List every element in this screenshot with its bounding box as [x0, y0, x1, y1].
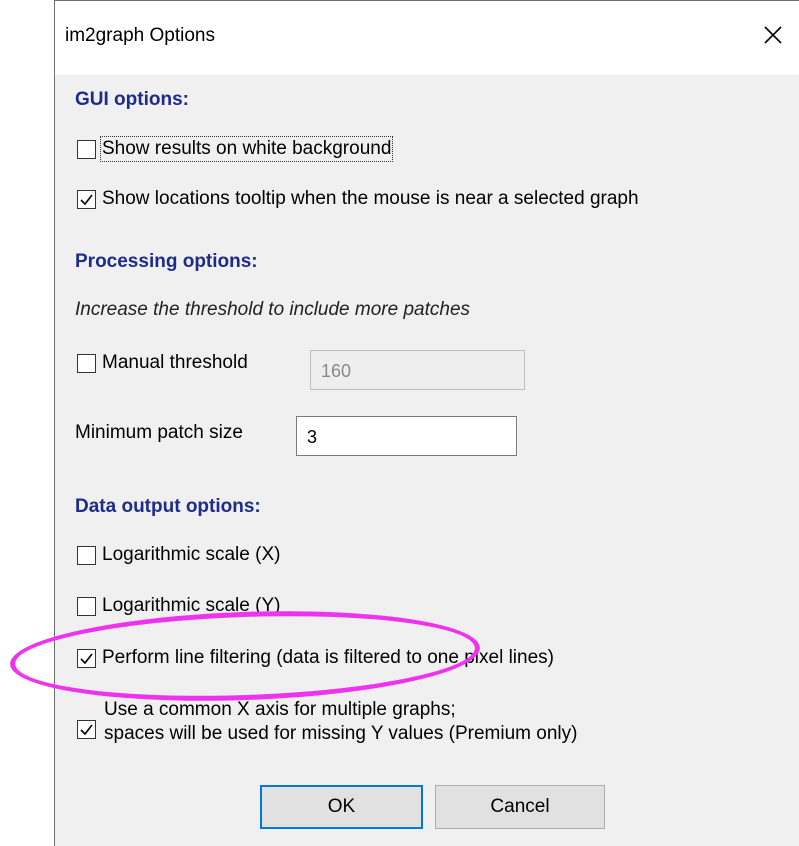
checkmark-icon — [80, 653, 93, 664]
close-icon — [764, 26, 782, 44]
line-filtering-option[interactable]: Perform line filtering (data is filtered… — [77, 647, 554, 669]
log-x-checkbox[interactable] — [77, 545, 96, 565]
log-y-label: Logarithmic scale (Y) — [102, 595, 281, 616]
common-x-label-line2: spaces will be used for missing Y values… — [104, 723, 578, 744]
manual-threshold-checkbox[interactable] — [77, 353, 96, 373]
common-x-option[interactable]: Use a common X axis for multiple graphs;… — [77, 698, 577, 746]
common-x-label-line1: Use a common X axis for multiple graphs; — [104, 699, 456, 720]
log-x-label: Logarithmic scale (X) — [102, 544, 281, 565]
checkmark-icon — [80, 194, 93, 205]
options-dialog: im2graph Options GUI options: Show resul… — [54, 0, 799, 846]
manual-threshold-option[interactable]: Manual threshold — [77, 352, 248, 374]
manual-threshold-label: Manual threshold — [102, 352, 248, 373]
min-patch-label: Minimum patch size — [75, 422, 243, 443]
white-background-option[interactable]: Show results on white background — [77, 136, 394, 162]
processing-options-heading: Processing options: — [75, 251, 258, 272]
ok-button[interactable]: OK — [260, 785, 423, 829]
white-background-checkbox[interactable] — [77, 139, 96, 159]
line-filtering-label: Perform line filtering (data is filtered… — [102, 647, 554, 668]
log-x-option[interactable]: Logarithmic scale (X) — [77, 544, 280, 566]
common-x-checkbox[interactable] — [77, 720, 96, 739]
gui-options-heading: GUI options: — [75, 89, 189, 110]
close-button[interactable] — [751, 13, 795, 57]
data-output-options-heading: Data output options: — [75, 496, 261, 517]
tooltip-option[interactable]: Show locations tooltip when the mouse is… — [77, 188, 639, 210]
log-y-option[interactable]: Logarithmic scale (Y) — [77, 595, 280, 617]
log-y-checkbox[interactable] — [77, 596, 96, 616]
threshold-input[interactable]: 160 — [310, 350, 525, 390]
threshold-hint: Increase the threshold to include more p… — [75, 299, 471, 320]
min-patch-input[interactable]: 3 — [296, 416, 517, 456]
window-title: im2graph Options — [65, 25, 215, 46]
tooltip-label: Show locations tooltip when the mouse is… — [102, 188, 639, 209]
white-background-label: Show results on white background — [99, 136, 394, 162]
tooltip-checkbox[interactable] — [77, 189, 96, 209]
checkmark-icon — [80, 724, 93, 736]
title-bar: im2graph Options — [55, 1, 799, 75]
cancel-button[interactable]: Cancel — [435, 785, 605, 829]
line-filtering-checkbox[interactable] — [77, 648, 96, 668]
